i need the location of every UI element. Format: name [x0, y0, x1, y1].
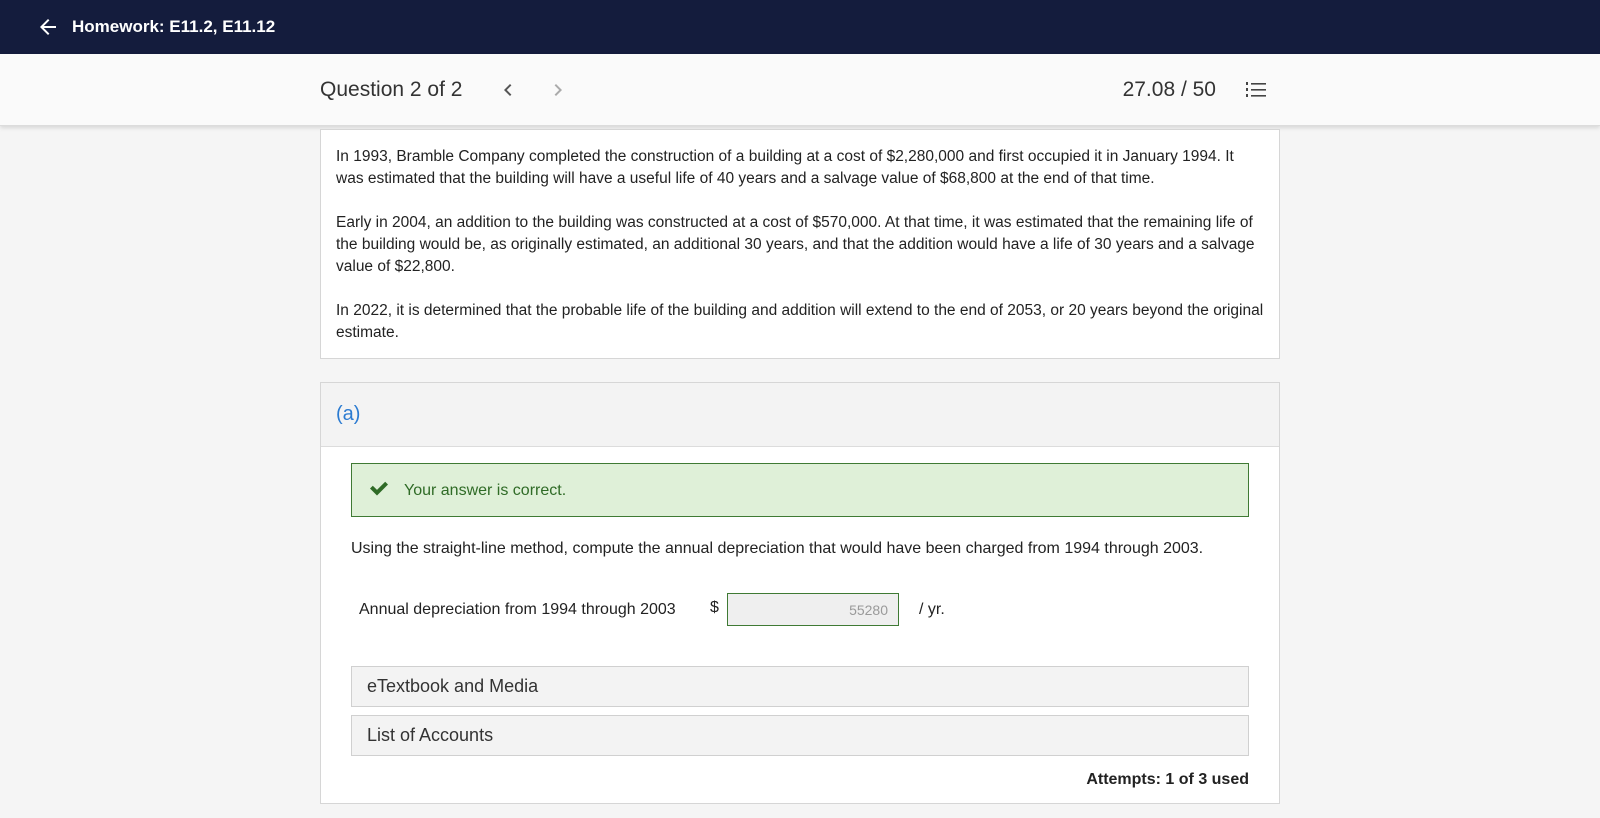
score-display: 27.08 / 50 [1122, 78, 1216, 101]
assignment-title: Homework: E11.2, E11.12 [72, 17, 276, 36]
correct-feedback-banner: Your answer is correct. [351, 463, 1249, 517]
chevron-left-icon[interactable] [496, 78, 520, 102]
list-of-accounts-accordion[interactable]: List of Accounts [351, 715, 1249, 756]
part-a-header: (a) [321, 383, 1279, 447]
question-navigation-bar: Question 2 of 2 27.08 / 50 [0, 54, 1600, 126]
problem-paragraph: In 1993, Bramble Company completed the c… [336, 148, 1234, 187]
unit-label: / yr. [919, 601, 945, 618]
top-bar: Homework: E11.2, E11.12 [0, 0, 1600, 54]
problem-paragraph: Early in 2004, an addition to the buildi… [336, 214, 1255, 275]
numbered-list-icon[interactable] [1244, 78, 1268, 102]
feedback-text: Your answer is correct. [404, 482, 567, 499]
question-instruction: Using the straight-line method, compute … [351, 540, 1204, 557]
etextbook-media-accordion[interactable]: eTextbook and Media [351, 666, 1249, 707]
part-a-panel: (a) Your answer is correct. Using the st… [320, 382, 1280, 804]
currency-symbol: $ [710, 599, 719, 616]
attempts-counter: Attempts: 1 of 3 used [1086, 771, 1249, 788]
part-a-label: (a) [336, 403, 361, 425]
annual-depreciation-input[interactable] [727, 593, 899, 626]
checkmark-icon [368, 478, 390, 498]
problem-statement: In 1993, Bramble Company completed the c… [320, 129, 1280, 359]
answer-label: Annual depreciation from 1994 through 20… [359, 601, 676, 618]
arrow-left-icon[interactable] [36, 15, 60, 39]
question-counter: Question 2 of 2 [320, 78, 463, 101]
chevron-right-icon[interactable] [546, 78, 570, 102]
problem-paragraph: In 2022, it is determined that the proba… [336, 302, 1264, 341]
